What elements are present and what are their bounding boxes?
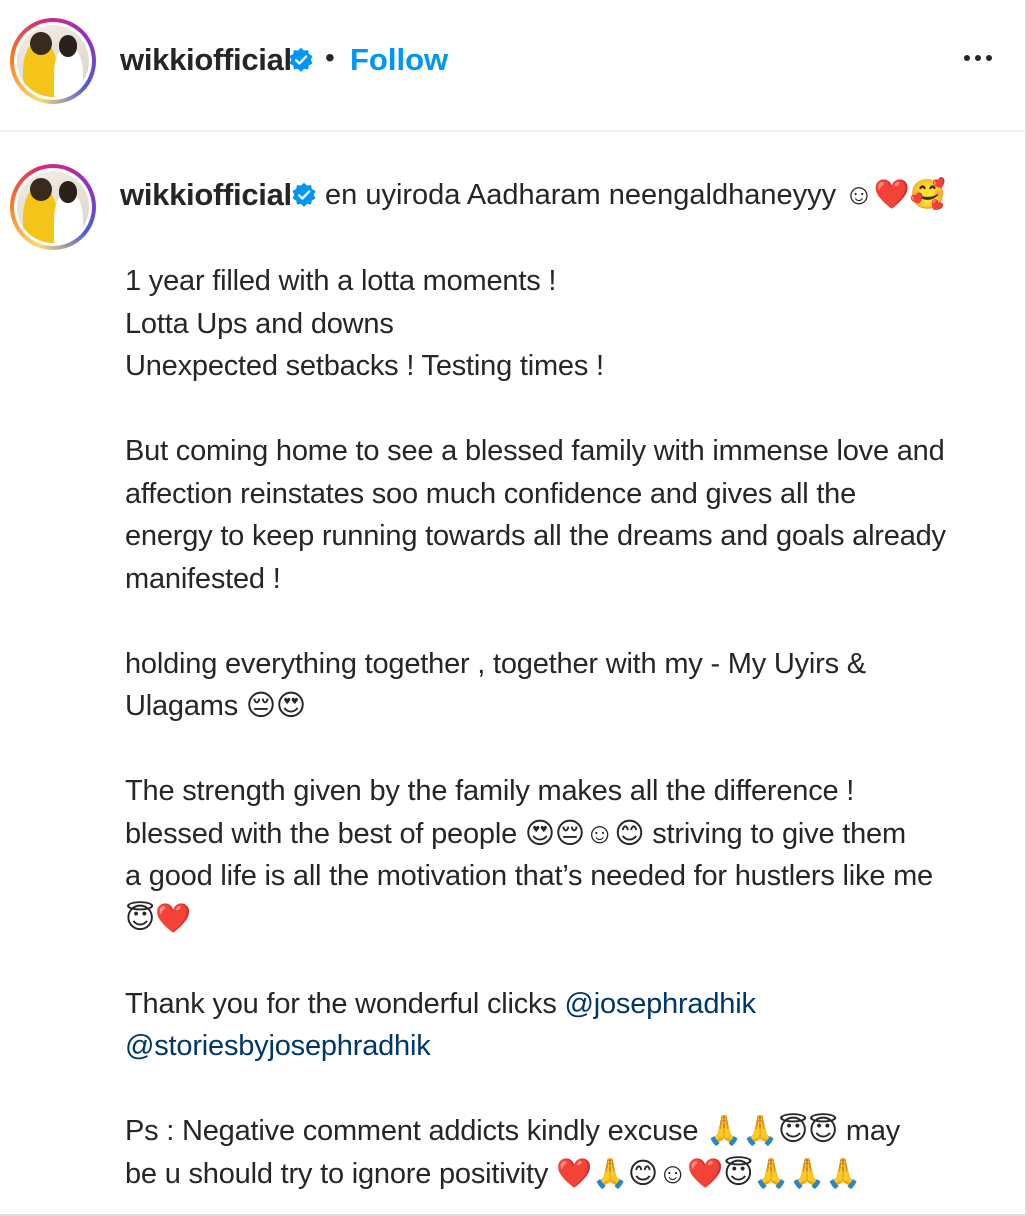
instagram-post-panel: wikkiofficial • Follow wikkiofficial en …	[0, 0, 1027, 1216]
header-username[interactable]: wikkiofficial	[120, 42, 292, 78]
avatar-photo	[17, 25, 89, 97]
caption-username[interactable]: wikkiofficial	[120, 177, 292, 213]
caption-paragraph-2: But coming home to see a blessed family …	[125, 435, 946, 595]
caption-avatar[interactable]	[10, 164, 96, 250]
post-header: wikkiofficial • Follow	[0, 0, 1025, 132]
verified-badge-icon	[289, 47, 313, 72]
caption-first-line: en uyiroda Aadharam neengaldhaneyyy ☺❤️🥰	[325, 179, 946, 211]
author-avatar[interactable]	[10, 18, 96, 104]
caption-body: 1 year filled with a lotta moments ! Lot…	[125, 260, 1005, 1195]
more-options-icon[interactable]	[958, 38, 998, 78]
verified-badge-icon	[292, 182, 316, 207]
caption-paragraph-3: holding everything together , together w…	[125, 647, 866, 723]
caption-paragraph-5: Ps : Negative comment addicts kindly exc…	[125, 1115, 901, 1190]
avatar-photo	[17, 171, 89, 243]
separator-dot: •	[325, 42, 335, 73]
caption-paragraph-4: The strength given by the family makes a…	[125, 775, 933, 935]
mention-link-storiesbyjosephradhik[interactable]: @storiesbyjosephradhik	[125, 1030, 431, 1062]
thanks-text: Thank you for the wonderful clicks	[125, 987, 565, 1020]
follow-button[interactable]: Follow	[350, 42, 448, 78]
mention-link-josephradhik[interactable]: @josephradhik	[564, 988, 755, 1020]
caption-paragraph-1: 1 year filled with a lotta moments ! Lot…	[125, 265, 604, 382]
